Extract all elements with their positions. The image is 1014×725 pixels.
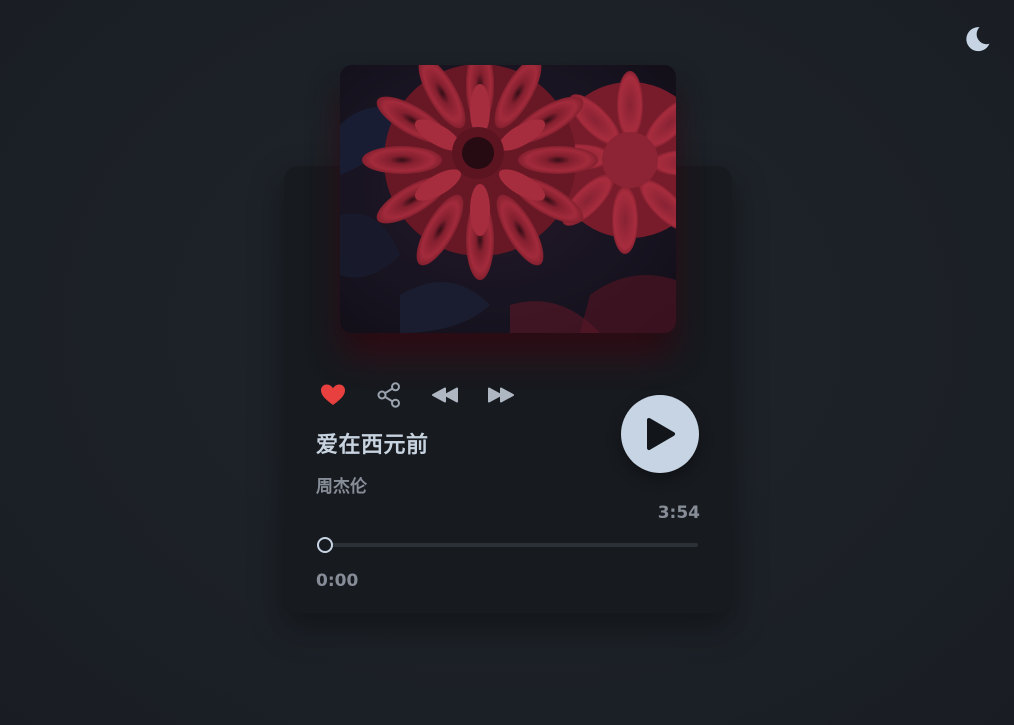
share-button[interactable] xyxy=(374,380,404,410)
elapsed-time: 0:00 xyxy=(316,571,359,591)
like-button[interactable] xyxy=(318,380,348,410)
player-page: 爱在西元前 周杰伦 3:54 0:00 xyxy=(0,0,1014,725)
progress-thumb[interactable] xyxy=(317,537,333,553)
next-button[interactable] xyxy=(486,380,516,410)
progress-bar[interactable] xyxy=(317,537,698,553)
theme-toggle-button[interactable] xyxy=(956,18,998,60)
moon-icon xyxy=(966,27,990,52)
play-button[interactable] xyxy=(621,395,699,473)
fast-forward-icon xyxy=(488,387,514,403)
previous-button[interactable] xyxy=(430,380,460,410)
artist-name: 周杰伦 xyxy=(316,477,367,497)
red-gerbera-flower-image xyxy=(340,65,676,333)
song-title: 爱在西元前 xyxy=(316,433,429,458)
total-duration: 3:54 xyxy=(657,503,700,523)
player-controls xyxy=(318,379,516,411)
share-icon xyxy=(377,382,400,408)
album-cover xyxy=(340,65,676,333)
play-icon xyxy=(647,418,675,450)
rewind-icon xyxy=(432,387,458,403)
heart-icon xyxy=(321,384,345,405)
